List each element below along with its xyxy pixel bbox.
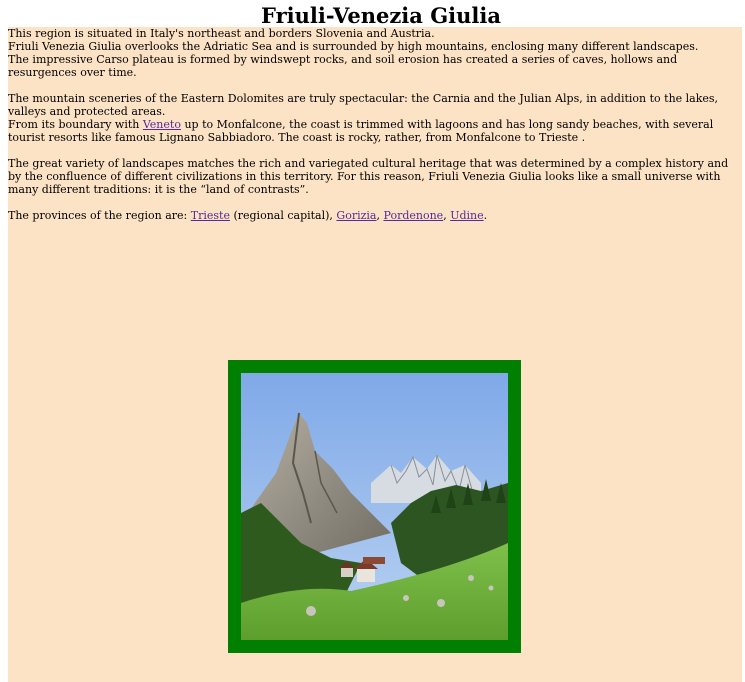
paragraph-provinces: The provinces of the region are: Trieste… — [8, 209, 742, 222]
paragraph-mountains: The mountain sceneries of the Eastern Do… — [8, 92, 742, 144]
link-veneto[interactable]: Veneto — [143, 118, 181, 131]
page-title: Friuli-Venezia Giulia — [261, 3, 501, 28]
text-separator: (regional capital), — [229, 209, 337, 222]
text-borders: This region is situated in Italy's north… — [8, 27, 435, 40]
mountain-landscape-photo — [241, 373, 508, 640]
text-overview: Friuli Venezia Giulia overlooks the Adri… — [8, 40, 699, 53]
text-carso: The impressive Carso plateau is formed b… — [8, 53, 678, 79]
photo-frame — [228, 360, 521, 653]
text-end: . — [483, 209, 488, 222]
link-gorizia[interactable]: Gorizia — [336, 209, 376, 222]
link-udine[interactable]: Udine — [450, 209, 483, 222]
link-trieste[interactable]: Trieste — [191, 209, 230, 222]
text-dolomites: The mountain sceneries of the Eastern Do… — [8, 92, 719, 118]
paragraph-heritage: The great variety of landscapes matches … — [8, 157, 729, 196]
paragraph-location: This region is situated in Italy's north… — [8, 27, 742, 79]
text-coast-before: From its boundary with — [8, 118, 143, 131]
link-pordenone[interactable]: Pordenone — [383, 209, 443, 222]
text-provinces-intro: The provinces of the region are: — [8, 209, 191, 222]
